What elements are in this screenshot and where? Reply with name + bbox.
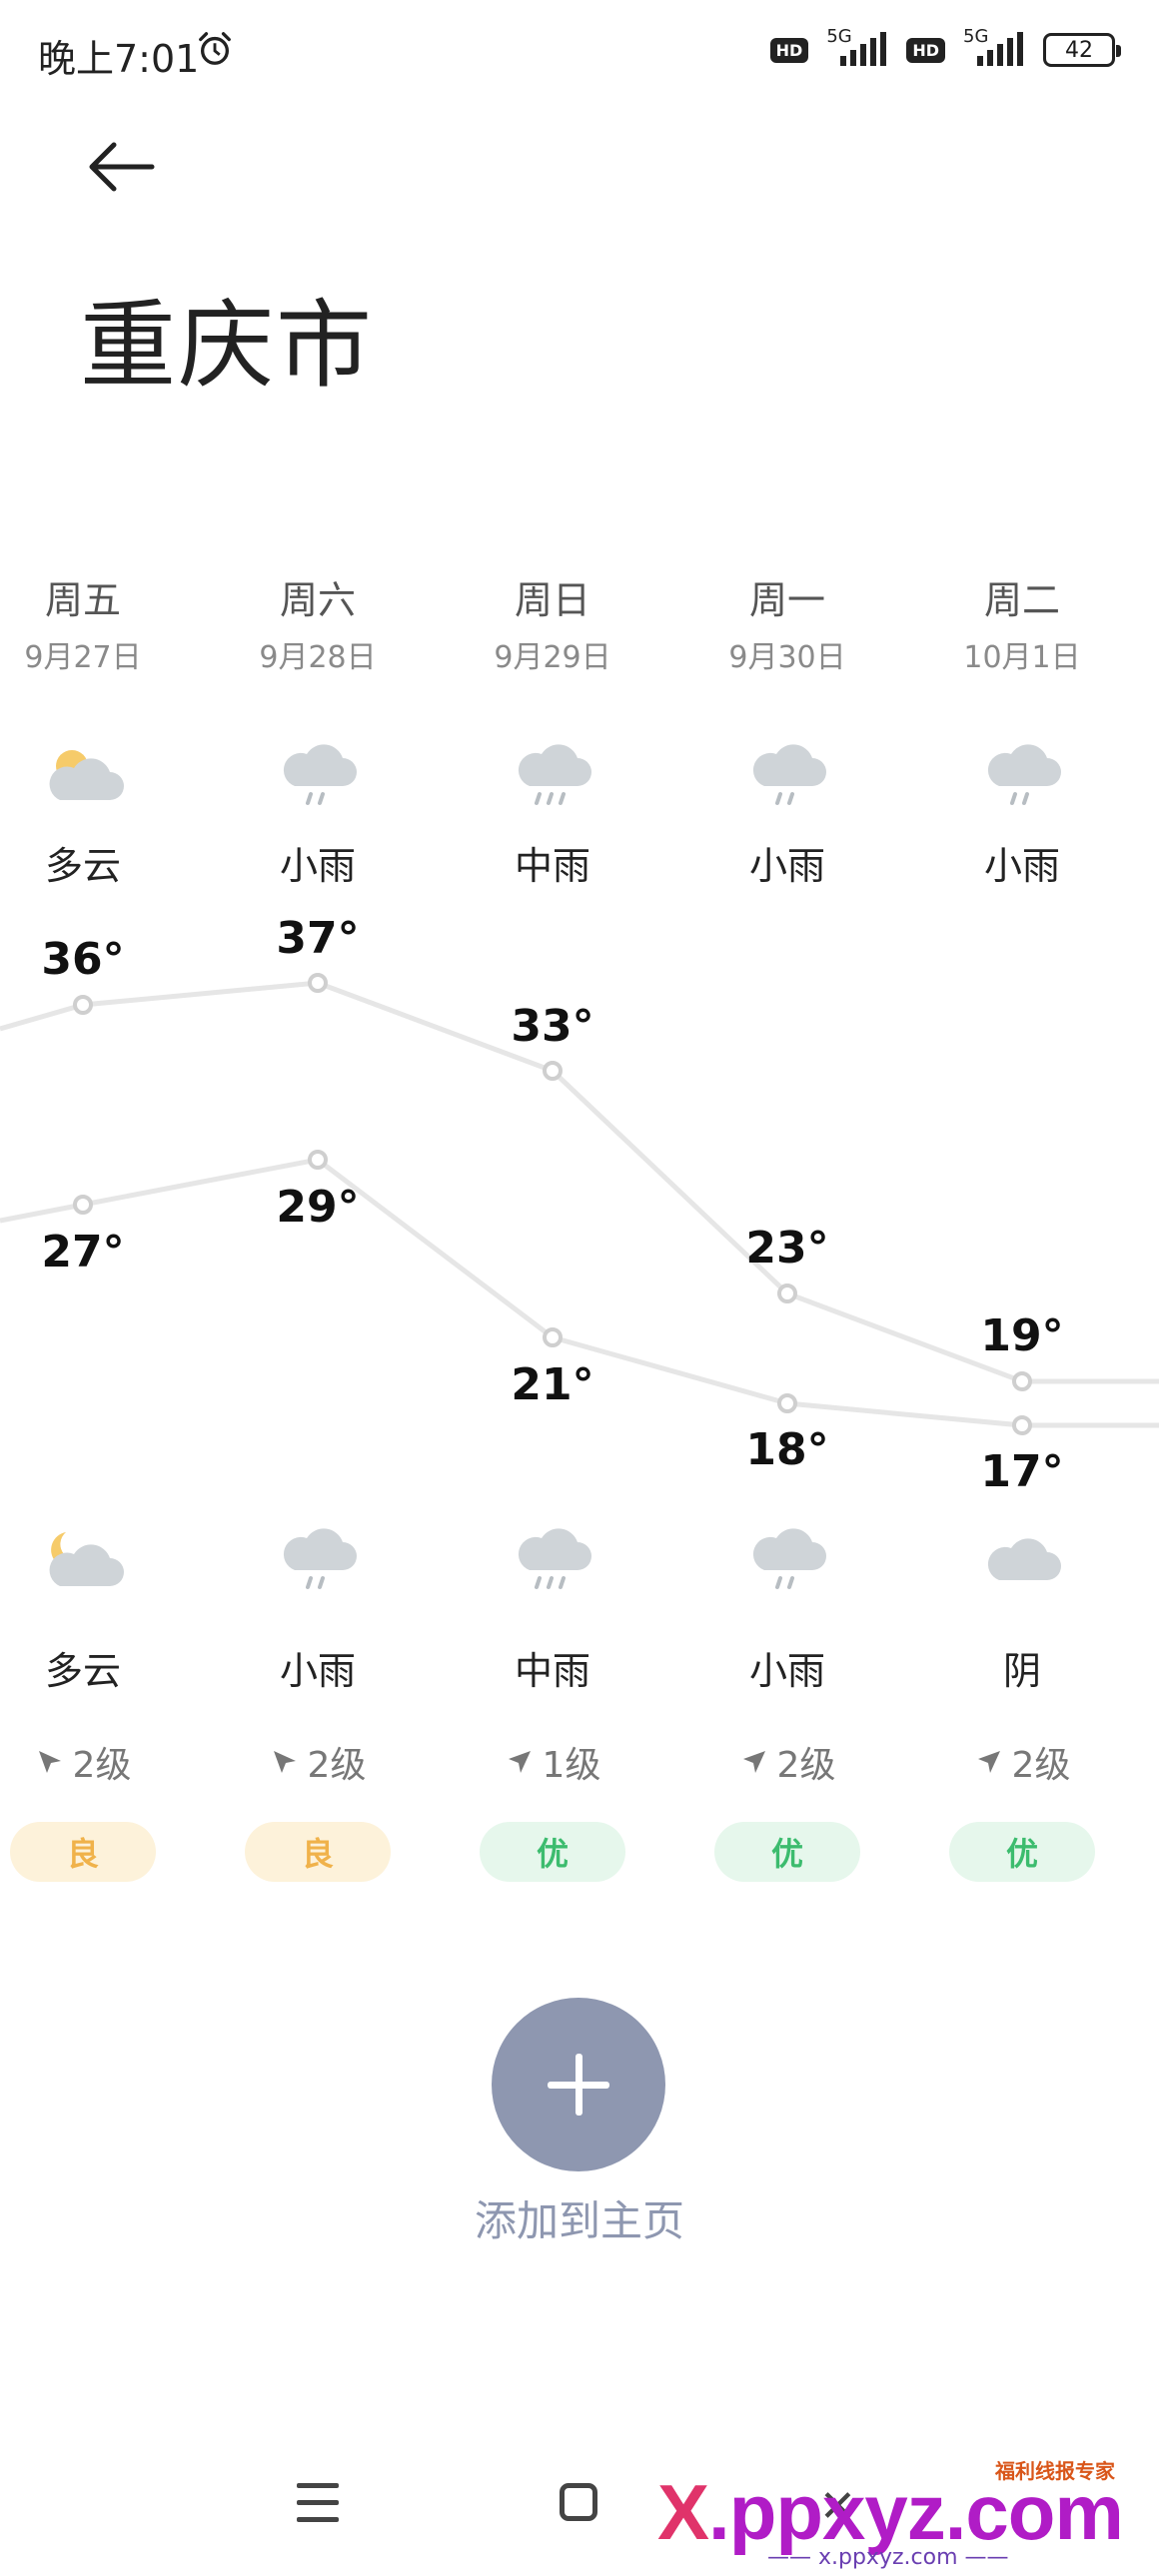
low-temp: 17° xyxy=(980,1446,1064,1497)
low-temp-point xyxy=(1012,1415,1032,1435)
date: 9月30日 xyxy=(728,640,846,675)
low-temp: 21° xyxy=(511,1359,594,1410)
wind-level: 1级 xyxy=(463,1736,642,1788)
aqi-badge: 良 xyxy=(245,1822,391,1882)
high-temp-point xyxy=(1012,1371,1032,1391)
date: 10月1日 xyxy=(963,640,1081,675)
light-rain-icon xyxy=(283,1528,357,1589)
wind-level-text: 2级 xyxy=(1011,1745,1071,1786)
high-temp: 37° xyxy=(276,913,360,964)
night-condition: 中雨 xyxy=(514,1649,590,1693)
low-temp-point xyxy=(73,1195,93,1215)
wind-level: 2级 xyxy=(932,1736,1112,1788)
wind-level-text: 2级 xyxy=(307,1745,367,1786)
wind-direction-icon xyxy=(977,1751,1000,1773)
forecast-day-header: 周一 9月30日 xyxy=(697,569,877,676)
watermark-subtext: —— x.ppxyz.com —— xyxy=(767,2545,1009,2570)
wind-level-text: 2级 xyxy=(776,1745,836,1786)
day-of-week: 周六 xyxy=(279,578,356,622)
high-temp-point xyxy=(543,1061,563,1081)
day-condition: 小雨 xyxy=(748,844,825,888)
wind-level-text: 1级 xyxy=(542,1745,601,1786)
add-to-home-label[interactable]: 添加到主页 xyxy=(380,2187,779,2248)
wind-direction-icon xyxy=(38,1751,61,1773)
menu-icon[interactable] xyxy=(297,2483,339,2523)
low-temp: 29° xyxy=(276,1182,360,1233)
aqi-badge: 优 xyxy=(714,1822,860,1882)
wind-level: 2级 xyxy=(697,1736,877,1788)
aqi-badge: 良 xyxy=(10,1822,156,1882)
day-condition: 小雨 xyxy=(279,844,356,888)
partly-cloudy-moon-icon xyxy=(49,1532,124,1586)
light-rain-icon xyxy=(987,744,1061,805)
day-condition: 多云 xyxy=(44,844,121,888)
low-temp: 18° xyxy=(745,1424,829,1475)
wind-direction-icon xyxy=(742,1751,765,1773)
date: 9月29日 xyxy=(494,640,611,675)
low-temp-point xyxy=(308,1150,328,1170)
wind-level: 2级 xyxy=(228,1736,408,1788)
forecast-day-header: 周五 9月27日 xyxy=(0,569,173,676)
aqi-badge: 优 xyxy=(949,1822,1095,1882)
wind-direction-icon xyxy=(273,1751,296,1773)
light-rain-icon xyxy=(752,1528,826,1589)
home-icon[interactable] xyxy=(560,2483,597,2521)
low-temp-point xyxy=(543,1327,563,1347)
high-temp-point xyxy=(73,995,93,1015)
overcast-cloud-icon xyxy=(987,1538,1061,1580)
day-of-week: 周日 xyxy=(514,578,590,622)
day-of-week: 周五 xyxy=(44,578,121,622)
high-temp-point xyxy=(777,1284,797,1303)
day-of-week: 周二 xyxy=(983,578,1060,622)
forecast-day-header: 周二 10月1日 xyxy=(932,569,1112,676)
low-temp-point xyxy=(777,1393,797,1413)
night-condition: 小雨 xyxy=(279,1649,356,1693)
low-temp: 27° xyxy=(41,1227,125,1278)
moderate-rain-icon xyxy=(518,1528,591,1589)
forecast-day-header: 周六 9月28日 xyxy=(228,569,408,676)
light-rain-icon xyxy=(283,744,357,805)
night-condition: 阴 xyxy=(1002,1649,1041,1693)
high-temp: 19° xyxy=(980,1310,1064,1361)
day-condition: 中雨 xyxy=(514,844,590,888)
night-condition: 多云 xyxy=(44,1649,121,1693)
moderate-rain-icon xyxy=(518,744,591,805)
high-temp-point xyxy=(308,973,328,993)
watermark-logo: 福利线报专家 X.ppxyz.com —— x.ppxyz.com —— xyxy=(657,2455,1137,2570)
wind-level-text: 2级 xyxy=(72,1745,132,1786)
high-temp: 23° xyxy=(745,1223,829,1274)
day-condition: 小雨 xyxy=(983,844,1060,888)
high-temp: 36° xyxy=(41,934,125,985)
wind-level: 2级 xyxy=(0,1736,173,1788)
day-of-week: 周一 xyxy=(748,578,825,622)
partly-cloudy-sun-icon xyxy=(49,750,124,800)
forecast-day-header: 周日 9月29日 xyxy=(463,569,642,676)
date: 9月27日 xyxy=(24,640,142,675)
add-to-home-button[interactable] xyxy=(492,1998,665,2171)
high-temp: 33° xyxy=(511,1001,594,1052)
date: 9月28日 xyxy=(259,640,377,675)
light-rain-icon xyxy=(752,744,826,805)
aqi-badge: 优 xyxy=(480,1822,625,1882)
wind-direction-icon xyxy=(508,1751,531,1773)
night-condition: 小雨 xyxy=(748,1649,825,1693)
